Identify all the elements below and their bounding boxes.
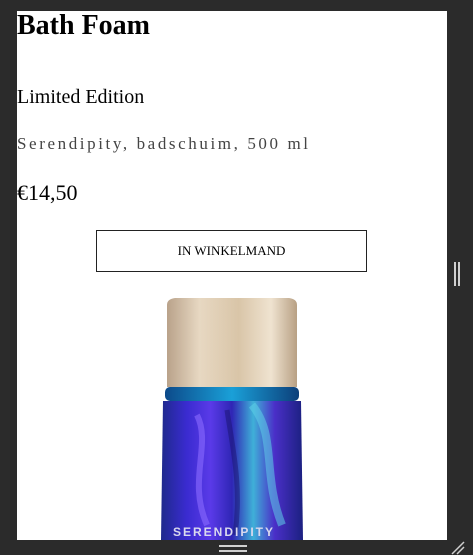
bottle-cap <box>167 298 297 387</box>
product-price: €14,50 <box>17 180 78 205</box>
resize-corner-icon[interactable] <box>449 539 465 555</box>
product-description: Serendipity, badschuim, 500 ml <box>17 134 311 153</box>
viewport: Bath Foam Limited Edition Serendipity, b… <box>0 0 473 555</box>
add-to-cart-button[interactable]: IN WINKELMAND <box>96 230 367 272</box>
horizontal-grip-icon[interactable] <box>219 545 247 553</box>
bottle-neck <box>165 387 299 401</box>
product-page: Bath Foam Limited Edition Serendipity, b… <box>17 11 447 540</box>
vertical-grip-icon[interactable] <box>453 262 461 286</box>
product-title: Bath Foam <box>17 11 150 41</box>
top-strip <box>0 0 473 11</box>
bottle-label-text: SERENDIPITY <box>173 525 275 539</box>
product-subtitle: Limited Edition <box>17 86 145 108</box>
product-image: SERENDIPITY <box>161 298 303 540</box>
